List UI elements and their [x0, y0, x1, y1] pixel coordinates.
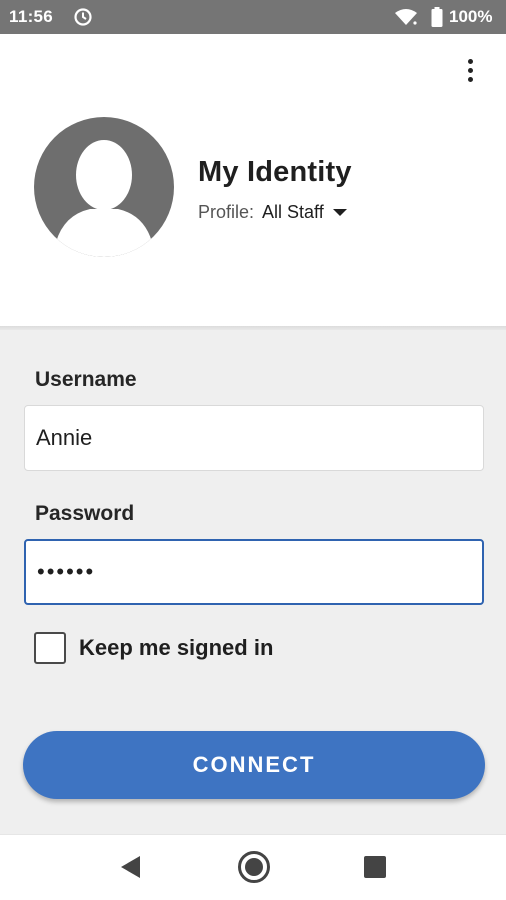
clock-icon	[74, 8, 92, 26]
username-label: Username	[35, 368, 137, 391]
battery-percent: 100%	[449, 7, 493, 26]
keep-signed-in-row[interactable]: Keep me signed in	[34, 632, 273, 664]
username-field[interactable]: Annie	[24, 405, 484, 471]
menu-dot	[467, 58, 473, 64]
identity-header: My Identity Profile: All Staff	[0, 34, 506, 328]
battery-icon	[431, 7, 443, 27]
profile-selector[interactable]: Profile: All Staff	[198, 202, 347, 223]
status-time: 11:56	[9, 7, 54, 26]
profile-value: All Staff	[262, 202, 324, 222]
back-icon[interactable]	[118, 854, 142, 880]
menu-dot	[467, 76, 473, 82]
profile-label: Profile:	[198, 202, 255, 222]
overflow-menu-icon[interactable]	[458, 54, 482, 86]
home-icon[interactable]	[237, 850, 271, 884]
avatar-person-icon	[56, 140, 152, 257]
system-nav-bar	[0, 834, 506, 900]
password-label: Password	[35, 502, 135, 525]
keep-signed-in-checkbox[interactable]	[34, 632, 66, 664]
connect-button[interactable]: CONNECT	[23, 731, 485, 799]
page-title: My Identity	[198, 156, 352, 188]
keep-signed-in-label: Keep me signed in	[79, 635, 274, 660]
menu-dot	[467, 67, 473, 73]
caret-down-icon	[332, 209, 347, 216]
login-form: Username Annie Password •••••• Keep me s…	[0, 330, 506, 834]
status-bar: 11:56 100%	[0, 0, 506, 34]
recents-icon[interactable]	[364, 856, 386, 878]
wifi-icon	[395, 9, 417, 25]
avatar	[34, 117, 174, 257]
password-field[interactable]: ••••••	[24, 539, 484, 605]
